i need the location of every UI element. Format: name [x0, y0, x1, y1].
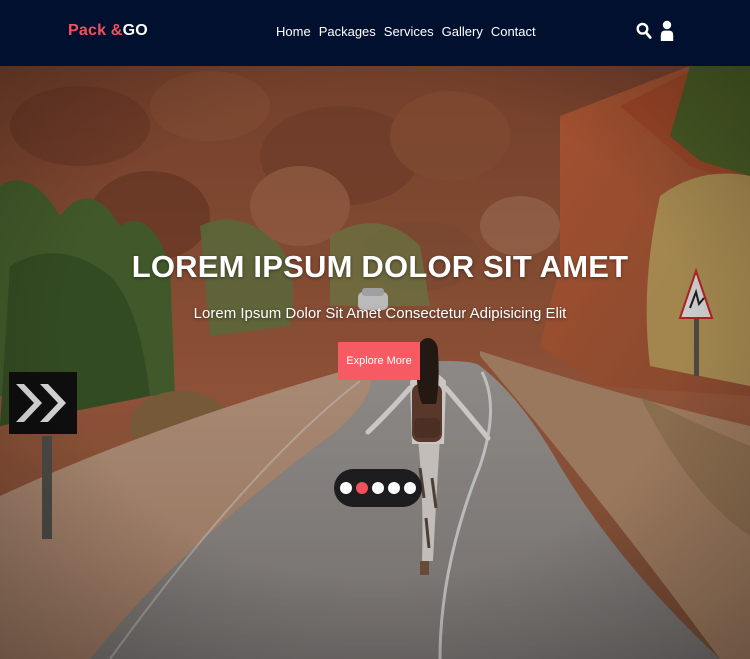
- nav-link-packages[interactable]: Packages: [319, 24, 376, 39]
- user-icon[interactable]: [660, 20, 674, 47]
- hero-title: LOREM IPSUM DOLOR SIT AMET: [131, 249, 629, 284]
- nav-icons: [636, 20, 674, 47]
- brand-logo-part1: Pack &: [68, 22, 123, 39]
- brand-logo[interactable]: Pack &GO: [68, 22, 148, 40]
- slider-dot-4[interactable]: [388, 482, 400, 494]
- page: Pack &GO Home Packages Services Gallery …: [0, 0, 750, 659]
- nav-link-contact[interactable]: Contact: [491, 24, 536, 39]
- slider-dots: [334, 469, 422, 507]
- slider-dot-1[interactable]: [340, 482, 352, 494]
- nav-link-services[interactable]: Services: [384, 24, 434, 39]
- nav-link-gallery[interactable]: Gallery: [442, 24, 483, 39]
- slider-dot-3[interactable]: [372, 482, 384, 494]
- nav-links: Home Packages Services Gallery Contact: [276, 24, 536, 39]
- search-icon[interactable]: [636, 22, 652, 45]
- hero-section: LOREM IPSUM DOLOR SIT AMET Lorem Ipsum D…: [0, 66, 750, 659]
- explore-more-button[interactable]: Explore More: [338, 342, 420, 380]
- slider-dot-2[interactable]: [356, 482, 368, 494]
- brand-logo-part2: GO: [122, 22, 148, 39]
- slider-dot-5[interactable]: [404, 482, 416, 494]
- nav-link-home[interactable]: Home: [276, 24, 311, 39]
- hero-subtitle: Lorem Ipsum Dolor Sit Amet Consectetur A…: [193, 305, 567, 322]
- navbar: Pack &GO Home Packages Services Gallery …: [0, 0, 750, 66]
